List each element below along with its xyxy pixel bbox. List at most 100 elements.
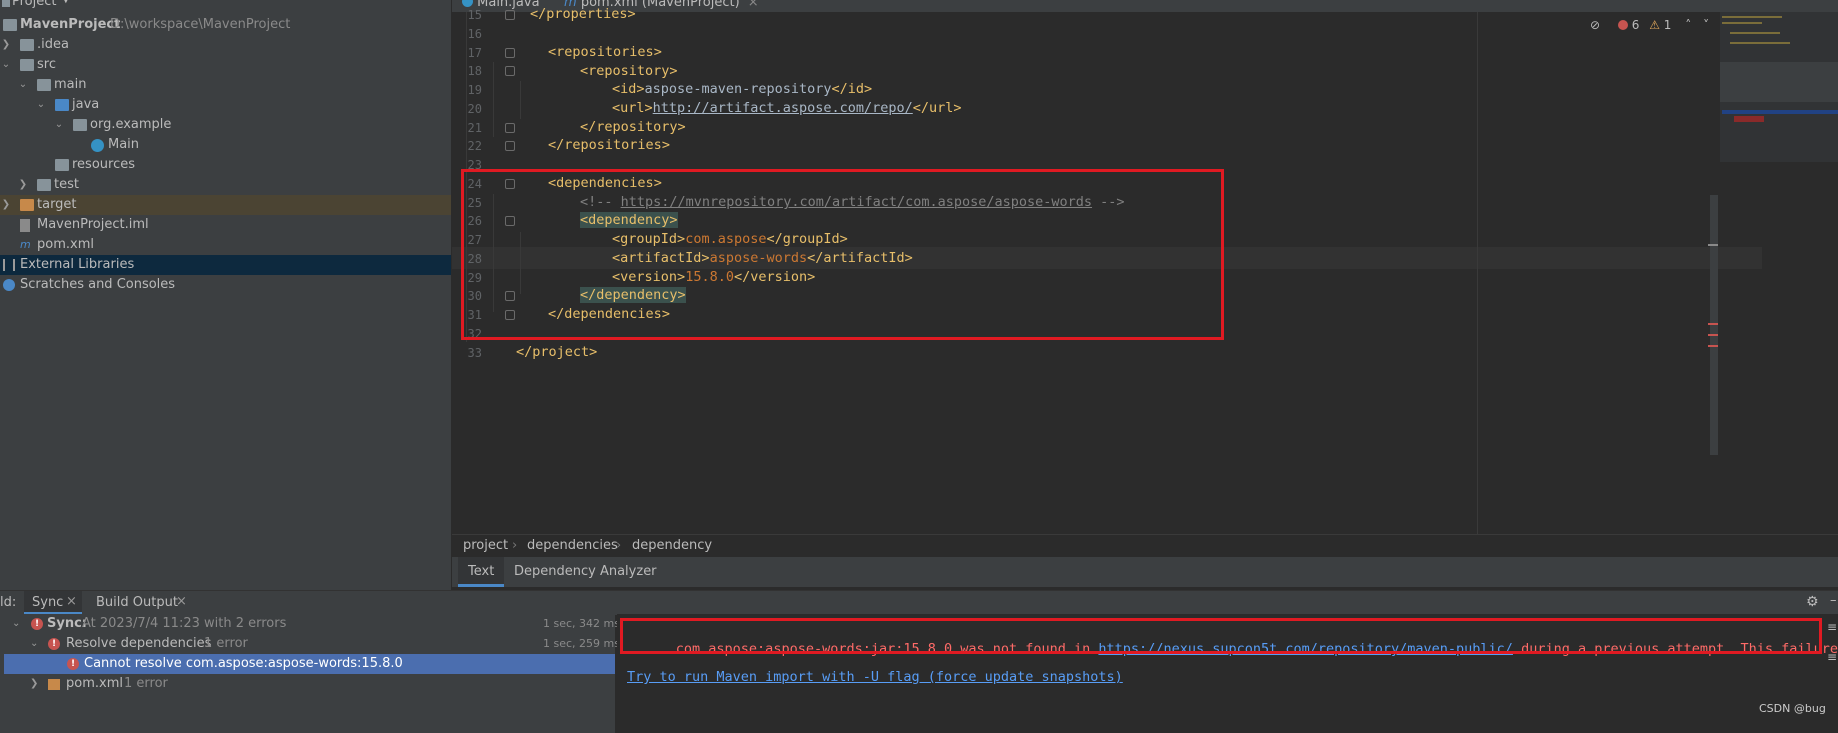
- module-file-icon: [20, 219, 30, 232]
- tree-item-main-class[interactable]: Main: [0, 135, 451, 155]
- right-margin-guide: [1477, 12, 1478, 534]
- tab-text[interactable]: Text: [458, 557, 504, 587]
- build-tree: ⌄ ! Sync: At 2023/7/4 11:23 with 2 error…: [0, 614, 620, 733]
- tree-item-scratches[interactable]: Scratches and Consoles: [0, 275, 451, 295]
- maven-icon: m: [20, 238, 31, 251]
- indent-guide: [520, 81, 521, 119]
- source-folder-icon: [55, 99, 69, 111]
- repo-url-link[interactable]: http://artifact.aspose.com/repo/: [653, 100, 913, 116]
- breadcrumb: project › dependencies › dependency: [452, 534, 1838, 558]
- library-icon: [3, 259, 15, 271]
- fold-marker[interactable]: [505, 66, 515, 76]
- error-stripe-marker: [1708, 345, 1718, 347]
- tree-item-java[interactable]: ⌄ java: [0, 95, 451, 115]
- chevron-down-icon[interactable]: ⌄: [30, 634, 38, 654]
- error-icon: [1617, 20, 1628, 30]
- tree-item-org-example[interactable]: ⌄ org.example: [0, 115, 451, 135]
- scratches-icon: [3, 279, 15, 291]
- tree-item-mavenproject-iml[interactable]: MavenProject.iml: [0, 215, 451, 235]
- tab-dependency-analyzer[interactable]: Dependency Analyzer: [514, 564, 657, 579]
- resources-folder-icon: [55, 159, 69, 171]
- breadcrumb-dependencies[interactable]: dependencies: [527, 538, 618, 553]
- build-tool-window: ld: Sync × Build Output × ⚙ – ⌄ ! Sync: …: [0, 590, 1838, 733]
- build-label: ld:: [0, 595, 17, 610]
- vertical-scrollbar[interactable]: [1710, 195, 1718, 455]
- editor-view-tabs: Text Dependency Analyzer: [452, 557, 1838, 587]
- fold-marker[interactable]: [505, 48, 515, 58]
- close-icon[interactable]: ×: [748, 0, 759, 10]
- chevron-right-icon[interactable]: ❯: [1, 195, 11, 215]
- warning-icon: ⚠: [1649, 18, 1660, 32]
- scroll-marker: [1708, 244, 1718, 246]
- soft-wrap-icon[interactable]: ≡: [1827, 620, 1837, 634]
- close-icon[interactable]: ×: [176, 594, 187, 609]
- error-icon: !: [67, 658, 79, 670]
- build-row-sync[interactable]: ⌄ ! Sync: At 2023/7/4 11:23 with 2 error…: [0, 614, 620, 634]
- java-class-icon: [462, 0, 473, 7]
- minimap[interactable]: [1720, 12, 1838, 162]
- chevron-down-icon[interactable]: ⌄: [36, 95, 46, 115]
- excluded-folder-icon: [20, 199, 34, 211]
- code-line-22[interactable]: </repositories>: [548, 134, 670, 156]
- tree-item-target[interactable]: ❯ target: [0, 195, 451, 215]
- fold-marker[interactable]: [505, 123, 515, 133]
- error-icon: !: [48, 638, 60, 650]
- gear-icon[interactable]: ⚙: [1806, 594, 1819, 610]
- folder-icon: [20, 39, 34, 51]
- inspection-widget[interactable]: ⊘ 6 ⚠ 1 ˄ ˅: [1590, 18, 1709, 32]
- folder-icon: [37, 79, 51, 91]
- chevron-down-icon[interactable]: ⌄: [18, 75, 28, 95]
- editor: Main.java m pom.xml (MavenProject) × ⊘ 6…: [452, 0, 1838, 534]
- reader-mode-icon[interactable]: ⊘: [1590, 18, 1600, 32]
- tree-item-test[interactable]: ❯ test: [0, 175, 451, 195]
- folder-icon: [37, 179, 51, 191]
- chevron-right-icon[interactable]: ❯: [30, 674, 38, 694]
- breadcrumb-project[interactable]: project: [463, 538, 508, 553]
- chevron-right-icon[interactable]: ❯: [18, 175, 28, 195]
- scroll-end-icon[interactable]: ≡: [1827, 650, 1837, 664]
- tree-item-main[interactable]: ⌄ main: [0, 75, 451, 95]
- force-update-link[interactable]: Try to run Maven import with -U flag (fo…: [627, 669, 1123, 685]
- chevron-down-icon[interactable]: ⌄: [54, 115, 64, 135]
- chevron-down-icon[interactable]: ˅: [1703, 18, 1709, 32]
- hide-icon[interactable]: –: [1830, 593, 1837, 608]
- code-line-33[interactable]: </project>: [516, 341, 597, 363]
- project-panel: Project ▼ MavenProject D:\workspace\Mave…: [0, 0, 451, 590]
- fold-marker[interactable]: [505, 10, 515, 20]
- build-row-pom-xml[interactable]: ❯ pom.xml 1 error: [0, 674, 615, 694]
- error-stripe-marker: [1708, 334, 1718, 336]
- chevron-right-icon[interactable]: ❯: [1, 35, 11, 55]
- chevron-down-icon[interactable]: ⌄: [1, 55, 11, 75]
- fold-marker[interactable]: [505, 141, 515, 151]
- tab-sync[interactable]: Sync ×: [24, 591, 82, 615]
- tree-item-resources[interactable]: resources: [0, 155, 451, 175]
- highlight-box-error: [620, 618, 1822, 654]
- indent-guide: [493, 62, 494, 137]
- highlight-box-dependencies: [461, 169, 1224, 340]
- watermark: CSDN @bug: [1759, 702, 1826, 715]
- error-stripe-marker: [1708, 323, 1718, 325]
- code-line-15[interactable]: </properties>: [530, 3, 636, 25]
- java-class-icon: [91, 139, 104, 152]
- module-folder-icon: [3, 19, 17, 31]
- chevron-down-icon[interactable]: ▼: [62, 0, 70, 5]
- package-icon: [73, 119, 87, 131]
- build-row-cannot-resolve[interactable]: ! Cannot resolve com.aspose:aspose-words…: [4, 654, 615, 674]
- editor-tab-bar: Main.java m pom.xml (MavenProject) ×: [452, 0, 1838, 12]
- tree-item-src[interactable]: ⌄ src: [0, 55, 451, 75]
- build-output: com.aspose:aspose-words:jar:15.8.0 was n…: [617, 614, 1838, 733]
- tree-item-mavenproject[interactable]: MavenProject D:\workspace\MavenProject: [0, 15, 451, 35]
- build-header: ld: Sync × Build Output × ⚙ –: [0, 590, 1838, 615]
- error-icon: !: [31, 618, 43, 630]
- chevron-up-icon[interactable]: ˄: [1685, 18, 1691, 32]
- breadcrumb-separator-icon: ›: [616, 538, 622, 553]
- tree-item-pom-xml[interactable]: m pom.xml: [0, 235, 451, 255]
- build-row-resolve[interactable]: ⌄ ! Resolve dependencies 1 error 1 sec, …: [0, 634, 620, 654]
- breadcrumb-dependency[interactable]: dependency: [632, 538, 712, 553]
- tree-item-idea[interactable]: ❯ .idea: [0, 35, 451, 55]
- folder-icon: [20, 59, 34, 71]
- tree-item-external-libraries[interactable]: External Libraries: [0, 255, 451, 275]
- maven-file-icon: [48, 679, 60, 690]
- chevron-down-icon[interactable]: ⌄: [12, 614, 20, 634]
- close-icon[interactable]: ×: [66, 594, 77, 609]
